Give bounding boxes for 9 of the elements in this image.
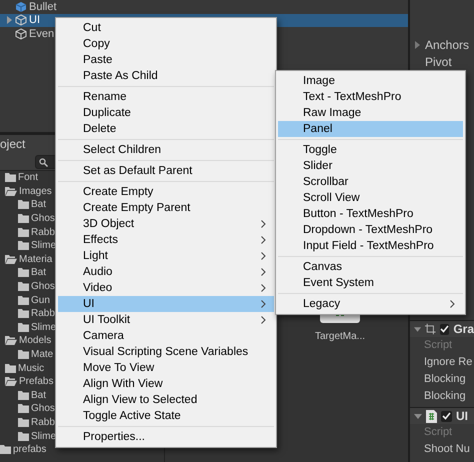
property-label: Pivot <box>424 54 452 70</box>
component-title: UI <box>456 408 468 425</box>
property-label: Blocking <box>423 389 466 404</box>
property-label: Script <box>423 338 452 353</box>
component-title: Gra <box>453 321 474 338</box>
property-label: Ignore Re <box>423 355 472 370</box>
property-label: Blocking <box>423 372 466 387</box>
property-label: Shoot Nu <box>423 442 470 457</box>
property-label: Script <box>423 425 452 440</box>
